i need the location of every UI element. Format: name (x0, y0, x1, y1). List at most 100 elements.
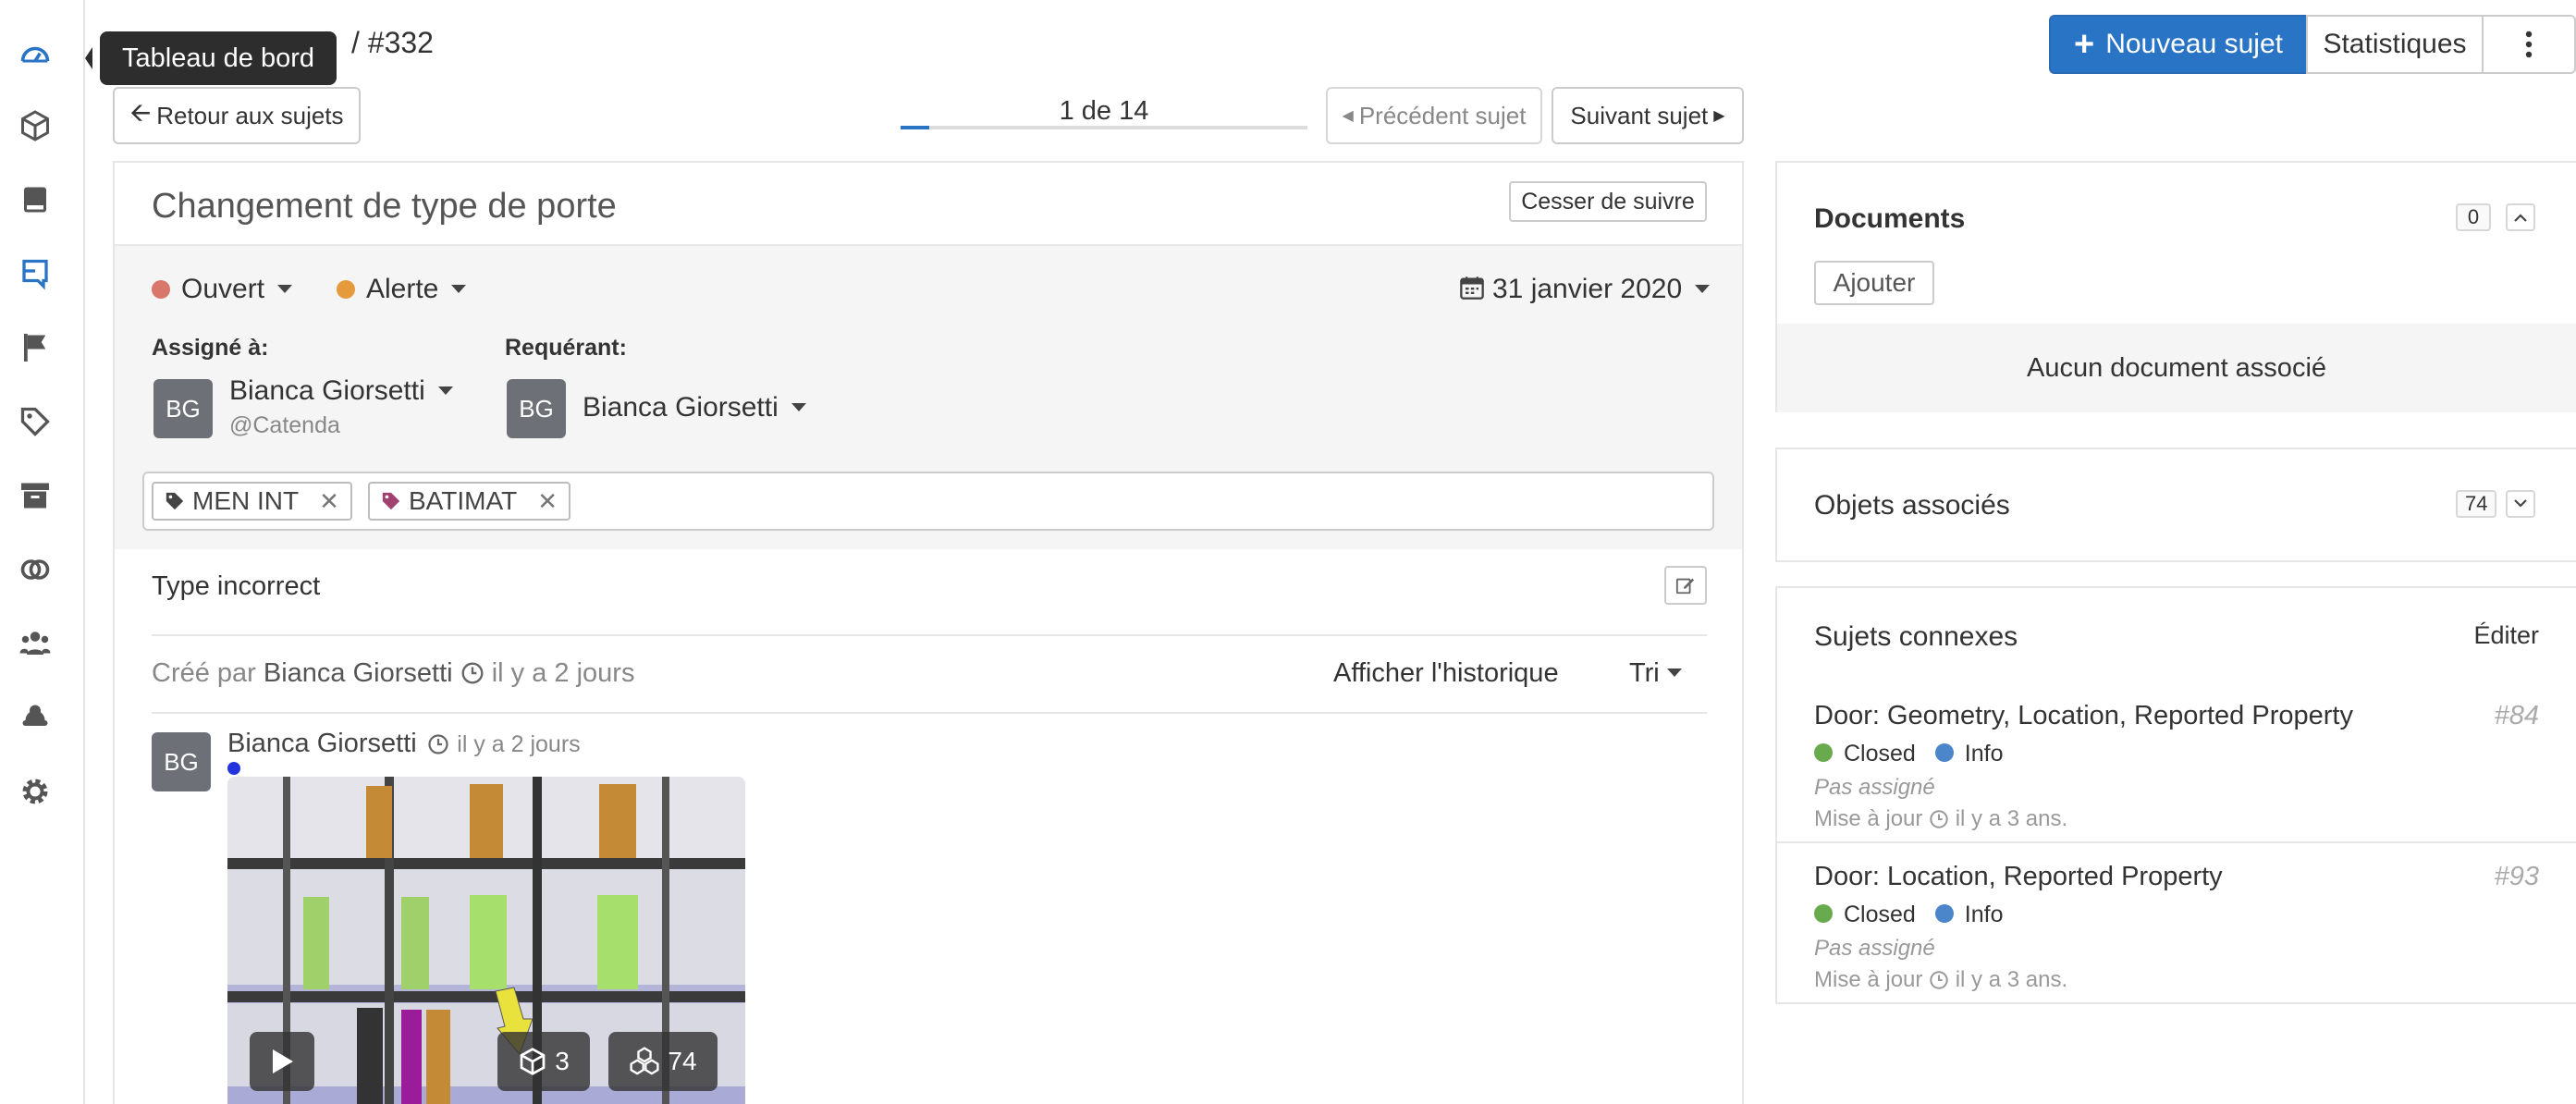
unfollow-button[interactable]: Cesser de suivre (1509, 181, 1707, 222)
type-dot (1934, 904, 1954, 923)
bcf-viewpoint-thumbnail[interactable]: 3 74 (227, 777, 745, 1104)
type-dot (1934, 743, 1954, 762)
edit-related-link[interactable]: Éditer (2473, 621, 2539, 650)
related-issue-item[interactable]: Door: Location, Reported Property #93 Cl… (1814, 862, 2539, 993)
assignee-dropdown[interactable]: Bianca Giorsetti (229, 375, 453, 407)
add-document-button[interactable]: Ajouter (1814, 261, 1934, 305)
back-to-issues-button[interactable]: 🡨 Retour aux sujets (113, 87, 361, 144)
issue-description: Type incorrect (152, 571, 321, 601)
more-options-button[interactable] (2482, 15, 2576, 74)
created-info: Créé par Bianca Giorsetti il y a 2 jours (152, 658, 635, 688)
previous-issue-button[interactable]: ◀ Précédent sujet (1326, 87, 1542, 144)
clock-icon (1930, 810, 1948, 828)
related-issue-updated: Mise à jour il y a 3 ans. (1814, 806, 2068, 831)
comment-header: Bianca Giorsetti il y a 2 jours (227, 729, 581, 759)
arrow-left-icon: 🡨 (129, 98, 152, 127)
priority-dot (337, 280, 355, 299)
documents-title: Documents (1814, 203, 1966, 234)
tag-icon[interactable] (9, 396, 61, 448)
linked-objects-panel: Objets associés 74 (1775, 448, 2576, 562)
issues-icon[interactable] (9, 248, 61, 300)
new-issue-button[interactable]: + Nouveau sujet (2049, 15, 2308, 74)
chevron-up-icon (2514, 214, 2527, 222)
models-cube-icon[interactable] (9, 100, 61, 152)
related-issue-title: Door: Geometry, Location, Reported Prope… (1814, 701, 2353, 730)
links-icon[interactable] (9, 544, 61, 595)
expand-linked-objects-button[interactable] (2506, 490, 2535, 518)
status-dot (1814, 904, 1833, 923)
issue-meta: Ouvert Alerte 31 janvier 2020 Assigné à:… (115, 244, 1742, 549)
sort-dropdown[interactable]: Tri (1629, 658, 1682, 689)
clock-icon (428, 734, 449, 754)
unread-dot (227, 762, 240, 775)
divider (1777, 841, 2576, 843)
objects-count-badge[interactable]: 3 (497, 1032, 590, 1091)
documents-count: 0 (2456, 203, 2491, 231)
caret-down-icon (1695, 285, 1711, 293)
left-sidebar (0, 0, 85, 1104)
linked-objects-title: Objets associés (1814, 490, 2010, 521)
remove-tag-icon[interactable]: ✕ (537, 487, 558, 516)
divider (152, 712, 1707, 714)
progress-track (901, 126, 1307, 129)
related-issue-item[interactable]: Door: Geometry, Location, Reported Prope… (1814, 701, 2539, 832)
related-issue-assignee: Pas assigné (1814, 775, 1935, 800)
divider (152, 634, 1707, 636)
caret-down-icon (791, 403, 806, 411)
documents-book-icon[interactable] (9, 174, 61, 226)
requester-label: Requérant: (505, 335, 627, 361)
caret-down-icon (277, 285, 293, 293)
due-date-dropdown[interactable]: 31 janvier 2020 (1459, 274, 1711, 305)
user-icon[interactable] (9, 692, 61, 743)
collapse-documents-button[interactable] (2506, 203, 2535, 231)
caret-left-icon: ◀ (1342, 108, 1354, 124)
plus-icon: + (2074, 25, 2095, 64)
progress-fill (901, 126, 930, 129)
related-issue-updated: Mise à jour il y a 3 ans. (1814, 967, 2068, 992)
flag-icon[interactable] (9, 322, 61, 374)
tag-chip: BATIMAT ✕ (368, 482, 570, 521)
requester-name: Bianca Giorsetti (583, 392, 779, 423)
settings-gear-icon[interactable] (9, 766, 61, 817)
team-icon[interactable] (9, 618, 61, 669)
issue-position-progress: 1 de 14 (901, 92, 1307, 129)
caret-down-icon (437, 386, 453, 395)
related-issue-assignee: Pas assigné (1814, 936, 1935, 961)
show-history-link[interactable]: Afficher l'historique (1333, 658, 1559, 689)
caret-down-icon (1666, 669, 1682, 677)
comment-author-avatar: BG (152, 732, 211, 791)
assignee-handle: @Catenda (229, 412, 340, 438)
documents-empty-state: Aucun document associé (1777, 324, 2576, 412)
related-issue-status: Closed Info (1814, 902, 2539, 928)
next-issue-button[interactable]: Suivant sujet ▶ (1552, 87, 1744, 144)
dashboard-icon[interactable] (9, 30, 61, 81)
requester-dropdown[interactable]: Bianca Giorsetti (583, 392, 806, 423)
status-dot (152, 280, 170, 299)
cubes-icon (630, 1047, 659, 1075)
related-issue-title: Door: Location, Reported Property (1814, 862, 2223, 891)
tag-icon (382, 492, 400, 510)
related-issues-panel: Sujets connexes Éditer Door: Geometry, L… (1775, 586, 2576, 1004)
assigned-label: Assigné à: (152, 335, 269, 361)
issue-panel: Changement de type de porte Cesser de su… (113, 161, 1744, 1104)
edit-description-button[interactable] (1664, 566, 1707, 605)
remove-tag-icon[interactable]: ✕ (319, 487, 339, 516)
status-dropdown[interactable]: Ouvert (152, 274, 293, 305)
tag-icon (166, 492, 184, 510)
play-button[interactable] (250, 1032, 314, 1091)
breadcrumb: / #332 (351, 26, 434, 59)
sidebar-tooltip: Tableau de bord (85, 31, 337, 85)
issue-title: Changement de type de porte (152, 187, 617, 226)
comment-time: il y a 2 jours (457, 731, 581, 757)
clock-icon (461, 662, 484, 684)
assignee-name: Bianca Giorsetti (229, 375, 425, 406)
tags-input[interactable]: MEN INT ✕ BATIMAT ✕ (142, 472, 1714, 531)
archive-icon[interactable] (9, 470, 61, 521)
statistics-button[interactable]: Statistiques (2306, 15, 2484, 74)
calendar-icon (1460, 276, 1484, 300)
linked-objects-count: 74 (2456, 490, 2497, 518)
linked-objects-badge[interactable]: 74 (608, 1032, 718, 1091)
chevron-down-icon (2514, 499, 2527, 508)
related-issue-status: Closed Info (1814, 741, 2539, 767)
priority-dropdown[interactable]: Alerte (337, 274, 467, 305)
